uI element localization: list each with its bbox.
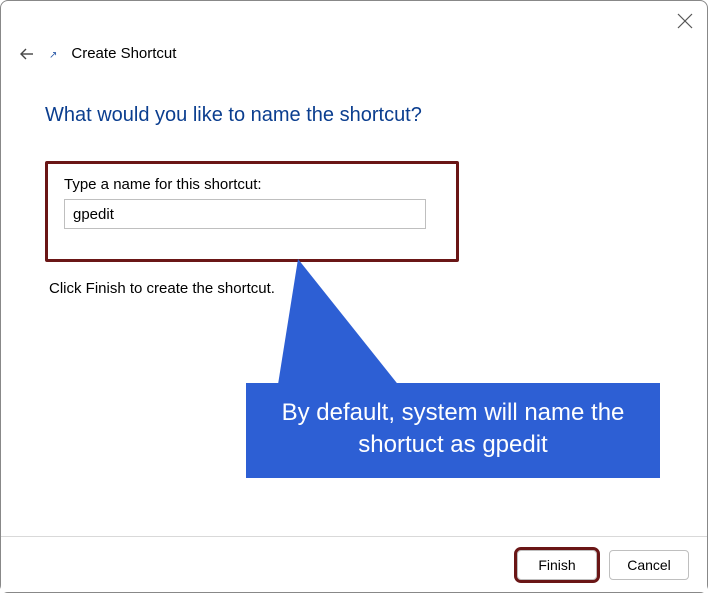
wizard-header: ↗ Create Shortcut [1,41,707,70]
shortcut-name-input[interactable] [64,199,426,229]
wizard-question: What would you like to name the shortcut… [45,104,663,127]
titlebar [1,1,707,41]
shortcut-name-label: Type a name for this shortcut: [64,176,440,193]
wizard-footer: Finish Cancel [1,536,707,592]
annotation-callout: By default, system will name the shortuc… [246,259,666,479]
close-icon[interactable] [677,13,693,29]
shortcut-icon: ↗ [49,51,57,61]
back-arrow-icon[interactable] [19,46,35,62]
wizard-title: Create Shortcut [71,45,176,62]
callout-text: By default, system will name the shortuc… [246,383,660,478]
cancel-button[interactable]: Cancel [609,550,689,580]
finish-button[interactable]: Finish [517,550,597,580]
input-highlight-box: Type a name for this shortcut: [45,161,459,262]
callout-pointer-icon [276,259,408,397]
